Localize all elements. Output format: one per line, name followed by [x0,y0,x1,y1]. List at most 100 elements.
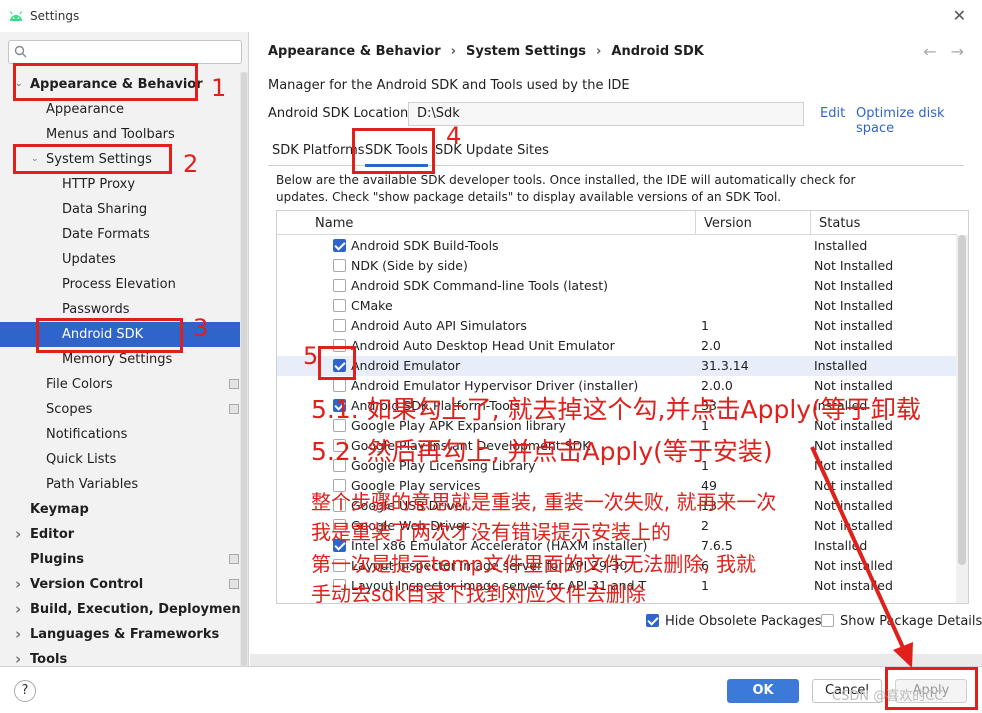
annotation-box-1 [13,63,198,101]
table-scrollbar[interactable] [956,235,968,603]
show-details-checkbox[interactable] [821,614,834,627]
sidebar-item[interactable]: › Build, Execution, Deployment [0,597,248,622]
forward-arrow-icon[interactable]: → [951,42,964,61]
sidebar-item[interactable]: Quick Lists [0,447,248,472]
row-status: Installed [814,358,868,373]
close-icon[interactable]: ✕ [953,6,966,25]
row-checkbox[interactable] [333,299,346,312]
sidebar-item[interactable]: Plugins [0,547,248,572]
annotation-number-2: 2 [183,150,199,178]
table-row[interactable]: NDK (Side by side) Not Installed [277,256,957,276]
sidebar-item[interactable]: HTTP Proxy [0,172,248,197]
window-title: Settings [30,9,80,23]
tools-description: Below are the available SDK developer to… [276,172,876,206]
sidebar-item[interactable]: Scopes [0,397,248,422]
column-header-name[interactable]: Name [315,216,353,231]
tab-sdk-platforms[interactable]: SDK Platforms [272,143,365,158]
sidebar-item-label: HTTP Proxy [62,177,136,192]
sidebar-item[interactable]: › Languages & Frameworks [0,622,248,647]
sdk-location-field[interactable]: D:\Sdk [408,102,804,126]
sidebar-item-label: Keymap [30,502,89,517]
row-status: Not installed [814,438,893,453]
annotation-note: 我是重装了两次才没有错误提示安装上的 [311,520,671,544]
row-status: Installed [814,538,868,553]
sidebar-item-label: Tools [30,652,68,666]
chevron-right-icon[interactable]: › [15,647,21,666]
table-header: Name Version Status [277,211,957,235]
sidebar-item-label: Version Control [30,577,144,592]
help-button[interactable]: ? [14,680,36,702]
show-details-option[interactable]: Show Package Details [821,614,982,629]
row-checkbox[interactable] [333,279,346,292]
sidebar-item-label: Data Sharing [62,202,148,217]
row-version: 2.0 [701,338,721,353]
table-row[interactable]: Android Auto Desktop Head Unit Emulator 2… [277,336,957,356]
row-name: Android Emulator [351,358,461,373]
breadcrumb-separator: › [596,44,602,59]
sidebar-item-label: Scopes [46,402,93,417]
breadcrumb-item[interactable]: Appearance & Behavior [268,44,441,59]
sidebar-item-label: Plugins [30,552,84,567]
breadcrumb: Appearance & Behavior › System Settings … [268,44,704,59]
annotation-box-4 [352,128,435,174]
sidebar-item-label: Process Elevation [62,277,176,292]
row-status: Installed [814,238,868,253]
back-arrow-icon[interactable]: ← [923,42,936,61]
row-checkbox[interactable] [333,319,346,332]
sidebar-item[interactable]: Updates [0,247,248,272]
sidebar-item[interactable]: Keymap [0,497,248,522]
table-row[interactable]: CMake Not Installed [277,296,957,316]
row-version: 1 [701,578,709,593]
sidebar-item[interactable]: › Version Control [0,572,248,597]
hide-obsolete-option[interactable]: Hide Obsolete Packages [646,614,821,629]
sdk-location-label: Android SDK Location: [268,106,413,121]
column-header-version[interactable]: Version [704,216,752,231]
row-version: 31.3.14 [701,358,749,373]
breadcrumb-item: Android SDK [611,44,704,59]
hide-obsolete-checkbox[interactable] [646,614,659,627]
table-row[interactable]: Android Auto API Simulators 1 Not installe… [277,316,957,336]
table-row[interactable]: Android Emulator 31.3.14 Installed [277,356,957,376]
search-input[interactable] [8,40,242,64]
sidebar-item[interactable]: File Colors [0,372,248,397]
horizontal-scrollbar[interactable] [250,654,982,666]
annotation-step-5-1: 5.1. 如果勾上了, 就去掉这个勾,并点击Apply(等于卸载 [311,395,921,424]
sidebar-item[interactable]: Notifications [0,422,248,447]
row-name: NDK (Side by side) [351,258,468,273]
sidebar-scrollbar[interactable] [240,72,248,666]
table-row[interactable]: Android SDK Build-Tools Installed [277,236,957,256]
sidebar-item-label: Notifications [46,427,128,442]
row-name: Android SDK Build-Tools [351,238,499,253]
annotation-box-5 [318,346,356,380]
sidebar-item-label: File Colors [46,377,113,392]
sidebar-item[interactable]: Date Formats [0,222,248,247]
annotation-number-4: 4 [446,122,462,150]
chevron-right-icon[interactable]: › [15,597,21,622]
project-settings-icon [229,404,239,414]
sidebar-item[interactable]: › Editor [0,522,248,547]
optimize-disk-space-link[interactable]: Optimize disk space [856,106,982,136]
chevron-right-icon[interactable]: › [15,522,21,547]
page-description: Manager for the Android SDK and Tools us… [268,78,630,93]
annotation-box-2 [13,144,172,174]
sidebar-item[interactable]: Data Sharing [0,197,248,222]
table-row[interactable]: Android SDK Command-line Tools (latest) N… [277,276,957,296]
sidebar-item[interactable]: Process Elevation [0,272,248,297]
project-settings-icon [229,579,239,589]
annotation-number-5: 5 [303,342,319,370]
chevron-right-icon[interactable]: › [15,622,21,647]
sidebar-item[interactable]: › Tools [0,647,248,666]
chevron-right-icon[interactable]: › [15,572,21,597]
sidebar-item-label: Quick Lists [46,452,117,467]
annotation-number-1: 1 [211,74,227,102]
column-header-status[interactable]: Status [819,216,860,231]
row-status: Not installed [814,578,893,593]
row-checkbox[interactable] [333,259,346,272]
sidebar-item[interactable]: Path Variables [0,472,248,497]
breadcrumb-item[interactable]: System Settings [466,44,586,59]
breadcrumb-separator: › [450,44,456,59]
row-checkbox[interactable] [333,239,346,252]
row-status: Not installed [814,478,893,493]
ok-button[interactable]: OK [727,679,799,703]
edit-link[interactable]: Edit [820,106,845,121]
